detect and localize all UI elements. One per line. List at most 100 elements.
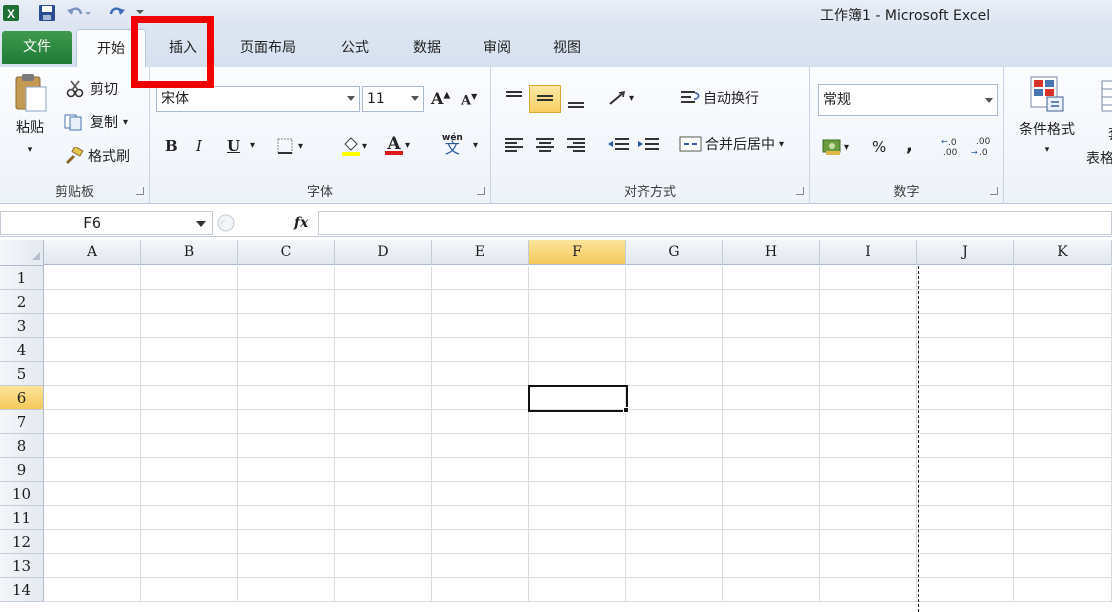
cell-b6[interactable] (141, 386, 238, 410)
cell-j1[interactable] (917, 266, 1014, 290)
align-middle-button[interactable] (529, 85, 561, 113)
cell-g9[interactable] (626, 458, 723, 482)
cell-c4[interactable] (238, 338, 335, 362)
row-header-10[interactable]: 10 (0, 482, 44, 506)
copy-dropdown-icon[interactable]: ▾ (123, 117, 128, 128)
row-header-14[interactable]: 14 (0, 578, 44, 602)
cell-e8[interactable] (432, 434, 529, 458)
chevron-down-icon[interactable] (411, 96, 419, 101)
cell-f8[interactable] (529, 434, 626, 458)
cell-k8[interactable] (1014, 434, 1112, 458)
cell-d5[interactable] (335, 362, 432, 386)
cut-button[interactable]: 剪切 (66, 79, 118, 99)
format-painter-button[interactable]: 格式刷 (64, 146, 130, 166)
cell-j2[interactable] (917, 290, 1014, 314)
chevron-down-icon[interactable]: ▾ (629, 93, 634, 104)
cell-c13[interactable] (238, 554, 335, 578)
underline-button[interactable]: U (227, 137, 240, 155)
undo-icon[interactable] (66, 4, 92, 21)
cell-g11[interactable] (626, 506, 723, 530)
cell-a12[interactable] (44, 530, 141, 554)
cell-f12[interactable] (529, 530, 626, 554)
cell-j6[interactable] (917, 386, 1014, 410)
cell-c10[interactable] (238, 482, 335, 506)
tab-file[interactable]: 文件 (2, 31, 72, 64)
cell-b13[interactable] (141, 554, 238, 578)
align-top-icon[interactable] (503, 88, 525, 108)
cell-j5[interactable] (917, 362, 1014, 386)
cell-d1[interactable] (335, 266, 432, 290)
formula-input[interactable] (318, 211, 1112, 235)
alignment-launcher-icon[interactable] (796, 187, 804, 195)
increase-indent-icon[interactable] (637, 135, 661, 155)
cell-c2[interactable] (238, 290, 335, 314)
cell-e14[interactable] (432, 578, 529, 602)
cell-g12[interactable] (626, 530, 723, 554)
column-header-i[interactable]: I (820, 240, 917, 265)
chevron-down-icon[interactable]: ▾ (298, 141, 303, 152)
cell-e3[interactable] (432, 314, 529, 338)
cell-i6[interactable] (820, 386, 917, 410)
borders-button[interactable]: ▾ (276, 137, 303, 155)
font-launcher-icon[interactable] (477, 187, 485, 195)
cell-k9[interactable] (1014, 458, 1112, 482)
cell-i7[interactable] (820, 410, 917, 434)
increase-decimal-icon[interactable]: ← .0.00 (940, 135, 964, 157)
column-header-c[interactable]: C (238, 240, 335, 265)
cell-i12[interactable] (820, 530, 917, 554)
cell-h9[interactable] (723, 458, 820, 482)
tab-data[interactable]: 数据 (394, 29, 460, 67)
bold-button[interactable]: B (165, 137, 178, 155)
cell-e11[interactable] (432, 506, 529, 530)
cell-d13[interactable] (335, 554, 432, 578)
chevron-down-icon[interactable]: ▾ (362, 141, 367, 152)
cell-g4[interactable] (626, 338, 723, 362)
chevron-down-icon[interactable] (985, 98, 993, 103)
insert-function-button[interactable]: fx (294, 215, 308, 231)
cell-a5[interactable] (44, 362, 141, 386)
cell-c8[interactable] (238, 434, 335, 458)
font-name-box[interactable]: 宋体 (156, 86, 360, 112)
cell-k11[interactable] (1014, 506, 1112, 530)
align-right-icon[interactable] (565, 135, 587, 155)
cell-h14[interactable] (723, 578, 820, 602)
chevron-down-icon[interactable]: ▾ (1045, 145, 1050, 155)
cell-i10[interactable] (820, 482, 917, 506)
cell-b1[interactable] (141, 266, 238, 290)
align-center-icon[interactable] (534, 135, 556, 155)
align-bottom-icon[interactable] (565, 88, 587, 112)
cell-j8[interactable] (917, 434, 1014, 458)
cell-e7[interactable] (432, 410, 529, 434)
cell-h12[interactable] (723, 530, 820, 554)
format-as-table-icon[interactable] (1100, 77, 1112, 115)
cell-i13[interactable] (820, 554, 917, 578)
phonetic-button[interactable]: wén 文 (442, 133, 463, 156)
cell-j13[interactable] (917, 554, 1014, 578)
fill-color-button[interactable]: ▾ (340, 135, 367, 157)
cell-d14[interactable] (335, 578, 432, 602)
column-header-j[interactable]: J (917, 240, 1014, 265)
tab-page-layout[interactable]: 页面布局 (224, 29, 312, 67)
row-header-3[interactable]: 3 (0, 314, 44, 338)
cell-k7[interactable] (1014, 410, 1112, 434)
cell-f13[interactable] (529, 554, 626, 578)
select-all-corner[interactable] (0, 240, 44, 266)
cell-k6[interactable] (1014, 386, 1112, 410)
cell-k1[interactable] (1014, 266, 1112, 290)
column-header-e[interactable]: E (432, 240, 529, 265)
cell-h7[interactable] (723, 410, 820, 434)
cell-i4[interactable] (820, 338, 917, 362)
cell-h8[interactable] (723, 434, 820, 458)
cell-j11[interactable] (917, 506, 1014, 530)
cell-e2[interactable] (432, 290, 529, 314)
row-header-2[interactable]: 2 (0, 290, 44, 314)
cell-e6[interactable] (432, 386, 529, 410)
cell-c5[interactable] (238, 362, 335, 386)
cancel-entry-icon[interactable]: ◜ (216, 213, 236, 233)
row-header-9[interactable]: 9 (0, 458, 44, 482)
cell-d8[interactable] (335, 434, 432, 458)
cell-g2[interactable] (626, 290, 723, 314)
font-color-button[interactable]: A ▾ (383, 133, 410, 157)
cell-g14[interactable] (626, 578, 723, 602)
fill-handle[interactable] (623, 407, 629, 413)
